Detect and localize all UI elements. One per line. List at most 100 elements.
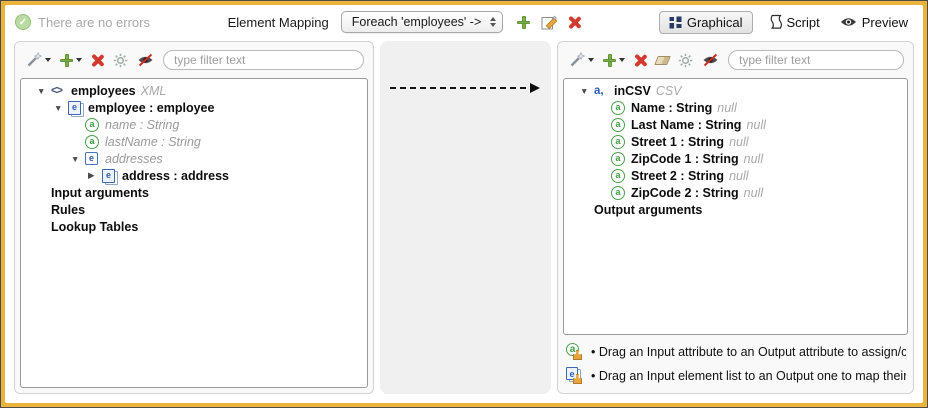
- attribute-icon: [611, 151, 628, 166]
- tree-item-label: employee : employee: [88, 100, 215, 115]
- settings-button[interactable]: [113, 53, 128, 68]
- element-list-icon: [68, 100, 85, 115]
- foreach-mapping-arrow[interactable]: [390, 82, 540, 93]
- gear-icon: [113, 53, 128, 67]
- hide-attributes-button[interactable]: [137, 53, 154, 67]
- tree-row[interactable]: employees XML: [21, 82, 367, 99]
- element-mapping-controls: Element Mapping Foreach 'employees' ->: [228, 11, 582, 33]
- tree-row[interactable]: Street 2 : String null: [564, 167, 907, 184]
- delete-x-icon: [568, 16, 581, 29]
- hints-area: a • Drag an Input attribute to an Output…: [563, 343, 908, 384]
- tree-item-suffix: null: [729, 168, 749, 183]
- tree-row[interactable]: Lookup Tables: [21, 218, 367, 235]
- tree-row[interactable]: Name : String null: [564, 99, 907, 116]
- tree-item-label: lastName : String: [105, 134, 201, 149]
- output-panel: inCSV CSV Name : String null: [557, 41, 914, 394]
- delete-x-icon: [634, 54, 647, 67]
- tree-item-label: Lookup Tables: [51, 219, 139, 234]
- tree-item-label: inCSV: [614, 83, 651, 98]
- hide-attributes-button[interactable]: [702, 53, 719, 67]
- tab-script[interactable]: Script: [763, 10, 825, 34]
- tree-item-label: Input arguments: [51, 185, 149, 200]
- tree-row[interactable]: Input arguments: [21, 184, 367, 201]
- dropdown-caret-icon: [76, 58, 82, 62]
- edit-icon: [541, 15, 558, 29]
- auto-map-button[interactable]: [569, 52, 594, 68]
- tree-item-label: addresses: [105, 151, 163, 166]
- script-view-icon: [770, 14, 782, 29]
- eye-slash-icon: [703, 53, 718, 67]
- delete-x-icon: [91, 54, 104, 67]
- tree-item-suffix: null: [743, 151, 764, 166]
- hint-text: • Drag an Input element list to an Outpu…: [591, 368, 906, 383]
- expand-arrow-icon[interactable]: [71, 154, 85, 164]
- tab-graphical[interactable]: Graphical: [658, 10, 753, 34]
- auto-map-button[interactable]: [26, 52, 51, 68]
- tree-item-suffix: XML: [140, 83, 167, 98]
- tree-item-label: Rules: [51, 202, 86, 217]
- tree-item-label: ZipCode 2 : String: [631, 185, 739, 200]
- tree-item-suffix: null: [746, 117, 766, 132]
- output-filter-field[interactable]: [728, 50, 904, 70]
- magic-wand-icon: [570, 52, 585, 67]
- tree-row[interactable]: ZipCode 1 : String null: [564, 150, 907, 167]
- settings-button[interactable]: [678, 53, 693, 68]
- mapping-action-buttons: [517, 15, 581, 30]
- hint-text: • Drag an Input attribute to an Output a…: [591, 344, 906, 359]
- tab-graphical-label: Graphical: [686, 14, 743, 30]
- erase-values-button[interactable]: [654, 55, 671, 65]
- gear-icon: [678, 53, 693, 67]
- tree-row[interactable]: employee : employee: [21, 99, 367, 116]
- add-mapping-button[interactable]: [517, 15, 531, 29]
- preview-eye-icon: [840, 18, 856, 26]
- tree-row[interactable]: addresses: [21, 150, 367, 167]
- tree-item-suffix: null: [717, 100, 737, 115]
- expand-arrow-icon[interactable]: [54, 103, 68, 113]
- tree-row[interactable]: Rules: [21, 201, 367, 218]
- tree-row[interactable]: Street 1 : String null: [564, 133, 907, 150]
- attribute-icon: [611, 168, 628, 183]
- output-toolbar: [563, 48, 908, 72]
- edit-mapping-button[interactable]: [541, 15, 558, 30]
- tree-row[interactable]: name : String: [21, 116, 367, 133]
- delete-node-button[interactable]: [634, 54, 647, 67]
- element-drag-icon: e: [565, 367, 583, 384]
- status-indicator: ✓ There are no errors: [15, 14, 150, 30]
- mapping-editor: ✓ There are no errors Element Mapping Fo…: [5, 5, 923, 403]
- tree-row[interactable]: Output arguments: [564, 201, 907, 218]
- mapping-select-value: Foreach 'employees' ->: [351, 15, 482, 29]
- dropdown-caret-icon: [619, 58, 625, 62]
- tree-row[interactable]: inCSV CSV: [564, 82, 907, 99]
- expand-arrow-icon[interactable]: [37, 86, 51, 96]
- add-node-button[interactable]: [60, 53, 82, 67]
- view-switcher: Graphical Script Preview: [658, 10, 913, 34]
- add-node-button[interactable]: [603, 53, 625, 67]
- magic-wand-icon: [27, 52, 42, 67]
- plus-icon: [517, 15, 531, 29]
- attribute-icon: [611, 185, 628, 200]
- delete-mapping-button[interactable]: [568, 16, 581, 29]
- input-tree: employees XML employee : employee: [20, 78, 368, 388]
- mapping-select[interactable]: Foreach 'employees' ->: [340, 11, 504, 33]
- tree-row[interactable]: ZipCode 2 : String null: [564, 184, 907, 201]
- tree-item-label: address : address: [122, 168, 229, 183]
- tree-row[interactable]: address : address: [21, 167, 367, 184]
- status-text: There are no errors: [38, 14, 150, 30]
- tree-row[interactable]: lastName : String: [21, 133, 367, 150]
- expand-arrow-icon[interactable]: [88, 170, 102, 181]
- select-arrows-icon: [490, 17, 497, 27]
- dropdown-caret-icon: [45, 58, 51, 62]
- attribute-icon: [85, 134, 102, 149]
- tab-preview[interactable]: Preview: [835, 11, 913, 34]
- input-toolbar: [20, 48, 368, 72]
- expand-arrow-icon[interactable]: [580, 86, 594, 96]
- delete-node-button[interactable]: [91, 54, 104, 67]
- csv-icon: [594, 83, 611, 98]
- eraser-icon: [654, 55, 671, 65]
- tree-item-label: Name : String: [631, 100, 713, 115]
- input-filter-field[interactable]: [163, 50, 364, 70]
- panels-row: employees XML employee : employee: [5, 39, 923, 403]
- tab-script-label: Script: [786, 14, 820, 30]
- tree-row[interactable]: Last Name : String null: [564, 116, 907, 133]
- tree-item-label: Output arguments: [594, 202, 703, 217]
